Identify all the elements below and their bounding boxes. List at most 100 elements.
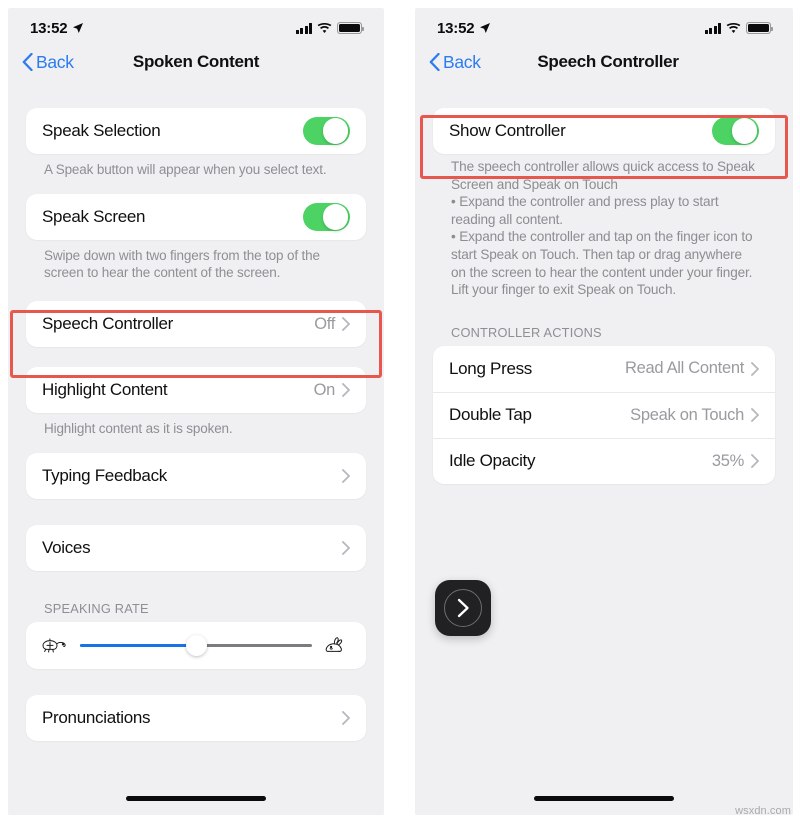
voices-card: Voices — [26, 525, 366, 571]
typing-feedback-card: Typing Feedback — [26, 453, 366, 499]
speech-controller-description: The speech controller allows quick acces… — [451, 159, 755, 298]
speak-selection-footnote: A Speak button will appear when you sele… — [44, 162, 327, 177]
chevron-right-icon — [751, 454, 759, 469]
speech-controller-label: Speech Controller — [42, 314, 173, 333]
phone-screen-spoken-content: 13:52 Back Spoken Content Speak Selectio… — [8, 8, 384, 815]
comparison-stage: 13:52 Back Spoken Content Speak Selectio… — [0, 0, 800, 823]
pronunciations-row[interactable]: Pronunciations — [26, 695, 366, 741]
watermark: wsxdn.com — [735, 805, 791, 817]
chevron-right-icon — [342, 317, 350, 331]
status-bar-left: 13:52 — [8, 8, 384, 42]
cellular-signal-icon — [295, 22, 312, 34]
rabbit-icon — [325, 636, 343, 652]
floating-speech-controller-button[interactable] — [435, 580, 491, 636]
pronunciations-label: Pronunciations — [42, 708, 151, 727]
idle-opacity-label: Idle Opacity — [449, 451, 536, 471]
pronunciations-right — [342, 711, 350, 725]
battery-full-icon — [746, 22, 774, 34]
chevron-right-icon — [342, 469, 350, 483]
typing-feedback-row[interactable]: Typing Feedback — [26, 453, 366, 499]
wifi-icon — [726, 22, 741, 33]
highlight-content-card: Highlight Content On — [26, 367, 366, 413]
speak-screen-toggle[interactable] — [303, 202, 350, 232]
speech-controller-right: Off — [314, 315, 350, 334]
chevron-right-icon — [751, 361, 759, 376]
nav-bar-left: Back Spoken Content — [8, 42, 384, 82]
table-row[interactable]: Double Tap Speak on Touch — [433, 391, 775, 438]
speak-selection-row[interactable]: Speak Selection — [26, 108, 366, 154]
speaking-rate-slider-track[interactable] — [80, 634, 312, 656]
location-arrow-icon — [480, 23, 491, 33]
status-bar-left-group: 13:52 — [30, 20, 84, 37]
status-bar-right-group — [704, 22, 774, 34]
speak-selection-card: Speak Selection — [26, 108, 366, 154]
speak-screen-label: Speak Screen — [42, 207, 146, 226]
chevron-left-icon — [22, 53, 33, 71]
speak-screen-row[interactable]: Speak Screen — [26, 194, 366, 240]
controller-ring — [444, 589, 482, 627]
chevron-right-in-circle-icon — [457, 598, 469, 618]
settings-list-left: Speak Selection A Speak button will appe… — [8, 108, 384, 741]
nav-bar-right: Back Speech Controller — [415, 42, 793, 82]
speaking-rate-slider-fill — [80, 643, 196, 648]
speaking-rate-card — [26, 622, 366, 669]
battery-full-icon — [337, 22, 365, 34]
chevron-right-icon — [751, 408, 759, 423]
status-bar-right: 13:52 — [415, 8, 793, 42]
cellular-signal-icon — [704, 22, 721, 34]
table-row[interactable]: Long Press Read All Content — [433, 346, 775, 392]
home-indicator-right — [534, 796, 674, 801]
highlight-content-row[interactable]: Highlight Content On — [26, 367, 366, 413]
long-press-label: Long Press — [449, 358, 532, 378]
page-title-right: Speech Controller — [537, 52, 679, 71]
location-arrow-icon — [73, 23, 84, 33]
idle-opacity-value: 35% — [711, 451, 744, 470]
voices-right — [342, 541, 350, 555]
voices-row[interactable]: Voices — [26, 525, 366, 571]
long-press-value: Read All Content — [624, 359, 744, 378]
settings-list-right: Show Controller The speech controller al… — [415, 108, 793, 484]
idle-opacity-right: 35% — [712, 452, 759, 471]
double-tap-right: Speak on Touch — [630, 406, 759, 425]
chevron-right-icon — [342, 541, 350, 555]
phone-screen-speech-controller: 13:52 Back Speech Controller Show Contro… — [415, 8, 793, 815]
typing-feedback-right — [342, 469, 350, 483]
show-controller-row[interactable]: Show Controller — [433, 108, 775, 154]
speaking-rate-slider-knob[interactable] — [185, 634, 207, 656]
speech-controller-value: Off — [314, 314, 335, 333]
speech-controller-card: Speech Controller Off — [26, 301, 366, 347]
table-row[interactable]: Idle Opacity 35% — [433, 437, 775, 484]
controller-actions-section-label: CONTROLLER ACTIONS — [451, 324, 602, 340]
turtle-icon — [42, 638, 66, 652]
status-time: 13:52 — [437, 19, 475, 37]
speaking-rate-row — [26, 622, 366, 669]
show-controller-card: Show Controller — [433, 108, 775, 154]
highlight-content-footnote: Highlight content as it is spoken. — [44, 421, 233, 436]
home-indicator-left — [126, 796, 266, 801]
chevron-right-icon — [342, 711, 350, 725]
chevron-right-icon — [342, 383, 350, 397]
back-button-label: Back — [36, 51, 74, 72]
highlight-content-right: On — [314, 381, 350, 400]
speak-selection-label: Speak Selection — [42, 121, 161, 140]
highlight-content-value: On — [313, 380, 336, 399]
show-controller-label: Show Controller — [449, 121, 566, 140]
double-tap-value: Speak on Touch — [630, 405, 744, 424]
speak-screen-card: Speak Screen — [26, 194, 366, 240]
long-press-right: Read All Content — [625, 359, 759, 378]
speak-selection-toggle[interactable] — [303, 116, 350, 146]
speech-controller-row[interactable]: Speech Controller Off — [26, 301, 366, 347]
speak-screen-footnote: Swipe down with two fingers from the top… — [44, 248, 320, 280]
status-time: 13:52 — [30, 19, 68, 37]
back-button-left[interactable]: Back — [22, 52, 74, 73]
double-tap-label: Double Tap — [449, 405, 532, 425]
typing-feedback-label: Typing Feedback — [42, 466, 167, 485]
status-bar-left-group: 13:52 — [437, 20, 491, 37]
pronunciations-card: Pronunciations — [26, 695, 366, 741]
controller-actions-card: Long Press Read All Content Double Tap S… — [433, 345, 775, 484]
show-controller-toggle[interactable] — [712, 116, 759, 146]
highlight-content-label: Highlight Content — [42, 380, 168, 399]
speaking-rate-section-label: SPEAKING RATE — [44, 601, 149, 616]
voices-label: Voices — [42, 538, 91, 557]
wifi-icon — [317, 22, 332, 33]
